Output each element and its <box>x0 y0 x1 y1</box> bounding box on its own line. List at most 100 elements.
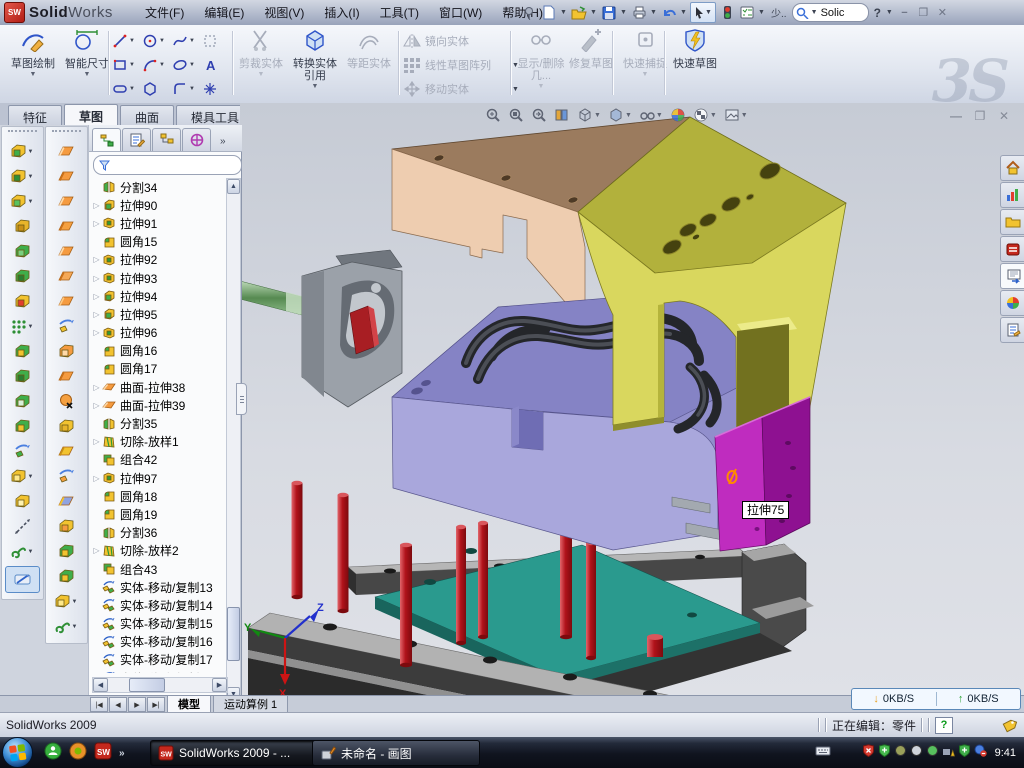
model-tab-模型[interactable]: 模型 <box>167 696 211 713</box>
taskbar-task-1[interactable]: SWSolidWorks 2009 - ... <box>150 740 324 766</box>
tree-item-实体-移动/复制13[interactable]: 实体-移动/复制13 <box>91 578 227 596</box>
tree-filter-input[interactable] <box>93 155 242 175</box>
search-input[interactable]: ▼Solic <box>792 3 869 22</box>
tray-user-status[interactable] <box>974 744 987 762</box>
tree-vertical-scrollbar[interactable]: ▲ ▼ <box>226 178 241 703</box>
hud-display-style-button[interactable]: ▼ <box>608 107 632 123</box>
panel-tab-propertymanager[interactable] <box>122 128 151 151</box>
sketch-tool-point[interactable] <box>202 77 228 101</box>
hud-apply-scene-button[interactable]: ▼ <box>693 107 717 123</box>
start-button[interactable] <box>2 737 33 768</box>
vertical-scroll-thumb[interactable] <box>227 607 240 661</box>
tree-item-圆角15[interactable]: 圆角15 <box>91 233 227 251</box>
tree-item-分割34[interactable]: 分割34 <box>91 178 227 196</box>
toolbar-button-knit-surface[interactable] <box>46 514 87 539</box>
toolbar-button-freeform-surface[interactable] <box>46 239 87 264</box>
toolbar-button-boundary-surface[interactable] <box>46 214 87 239</box>
panel-tab-dimxpertmanager[interactable] <box>182 128 211 151</box>
scroll-up-button[interactable]: ▲ <box>227 179 240 194</box>
open-button[interactable] <box>570 4 588 22</box>
quicklaunch-solidworks[interactable]: SW <box>94 742 112 765</box>
toolbar-button-helix-curve[interactable]: ▼ <box>2 539 43 564</box>
tree-item-分割36[interactable]: 分割36 <box>91 524 227 542</box>
quick-tips-help-button[interactable]: ? <box>935 717 953 734</box>
tree-item-实体-移动/复制15[interactable]: 实体-移动/复制15 <box>91 615 227 633</box>
tree-item-曲面-拉伸39[interactable]: ▷曲面-拉伸39 <box>91 396 227 414</box>
hud-hide-show-items-button[interactable]: ▼ <box>639 107 663 123</box>
sketch-tool-sketch-fillet[interactable]: ▼ <box>172 77 202 101</box>
expander-icon[interactable]: ▷ <box>91 474 102 483</box>
sketch-tool-text[interactable]: A <box>202 53 228 77</box>
hud-view-orientation-button[interactable]: ▼ <box>577 107 601 123</box>
toolbar-button-delete-face[interactable] <box>46 389 87 414</box>
task-pane-tab-custom-properties[interactable] <box>1000 317 1024 343</box>
network-speed-widget[interactable]: ↓0KB/S ↑0KB/S <box>851 688 1021 710</box>
panel-tab-configurationmanager[interactable] <box>152 128 181 151</box>
study-nav-first-button[interactable]: |◀ <box>90 697 108 712</box>
expander-icon[interactable]: ▷ <box>91 546 102 555</box>
tray-volume[interactable] <box>910 744 923 762</box>
tree-item-拉伸90[interactable]: ▷拉伸90 <box>91 196 227 214</box>
sketch-tool-ellipse[interactable]: ▼ <box>172 53 202 77</box>
rebuild-light-button[interactable] <box>718 4 736 22</box>
new-document-button[interactable] <box>540 4 558 22</box>
sketch-tool-circle[interactable]: ▼ <box>142 29 172 53</box>
expander-icon[interactable]: ▷ <box>91 383 102 392</box>
options-list-button[interactable] <box>738 4 756 22</box>
ribbon-button-trim[interactable]: 剪裁实体▼ <box>236 28 286 98</box>
ribbon-button-smart-dim[interactable]: 智能尺寸▼ <box>62 28 112 98</box>
toolbar-button-combine-bodies[interactable] <box>2 414 43 439</box>
ribbon-button-quick-snap[interactable]: 快速捕捉▼ <box>620 28 670 98</box>
toolbar-button-planar-surface[interactable] <box>46 289 87 314</box>
menu-视图(V)[interactable]: 视图(V) <box>254 1 314 24</box>
tree-item-拉伸95[interactable]: ▷拉伸95 <box>91 305 227 323</box>
tree-item-拉伸96[interactable]: ▷拉伸96 <box>91 324 227 342</box>
panel-overflow-chevron[interactable]: » <box>220 136 226 151</box>
tab-特征[interactable]: 特征 <box>8 105 62 125</box>
undo-dropdown[interactable]: ▼ <box>680 9 688 16</box>
print-button[interactable] <box>630 4 648 22</box>
sketch-tool-polygon[interactable] <box>142 77 172 101</box>
menu-窗口(W)[interactable]: 窗口(W) <box>429 1 492 24</box>
study-nav-last-button[interactable]: ▶| <box>147 697 165 712</box>
expander-icon[interactable]: ▷ <box>91 401 102 410</box>
tree-item-曲面-拉伸38[interactable]: ▷曲面-拉伸38 <box>91 378 227 396</box>
hud-section-view-button[interactable] <box>554 107 570 123</box>
print-dropdown[interactable]: ▼ <box>650 9 658 16</box>
options-list-dropdown[interactable]: ▼ <box>758 9 766 16</box>
tree-item-实体-移动/复制17[interactable]: 实体-移动/复制17 <box>91 651 227 669</box>
new-document-dropdown[interactable]: ▼ <box>560 9 568 16</box>
toolbar-button-lofted-surface[interactable] <box>46 139 87 164</box>
toolbar-button-extend-surface[interactable] <box>46 314 87 339</box>
quicklaunch-messenger[interactable] <box>44 742 62 765</box>
sketch-tool-rectangle[interactable]: ▼ <box>112 53 142 77</box>
horizontal-scroll-thumb[interactable] <box>129 678 165 692</box>
toolbar-button-insert-surface[interactable]: ▼ <box>46 589 87 614</box>
tag-icon[interactable] <box>1000 717 1018 733</box>
toolbar-button-revolved-surface[interactable] <box>46 164 87 189</box>
select-tool-button[interactable]: ▼ <box>690 2 716 23</box>
ribbon-button-sketch[interactable]: 草图绘制▼ <box>8 28 58 98</box>
tray-antivirus-shield[interactable] <box>878 744 891 762</box>
tree-item-实体-移动/复制14[interactable]: 实体-移动/复制14 <box>91 596 227 614</box>
tree-item-组合42[interactable]: 组合42 <box>91 451 227 469</box>
tray-network-warning[interactable] <box>942 744 955 762</box>
sketch-tool-line[interactable]: ▼ <box>112 29 142 53</box>
expander-icon[interactable]: ▷ <box>91 292 102 301</box>
toolbar-button-hole-wizard[interactable] <box>2 289 43 314</box>
tree-item-拉伸97[interactable]: ▷拉伸97 <box>91 469 227 487</box>
graphics-viewport[interactable]: Y Z X ▼▼▼▼▼ — ❐ ✕ <box>240 103 1024 695</box>
toolbar-button-surface-fillet[interactable] <box>46 364 87 389</box>
expander-icon[interactable]: ▷ <box>91 310 102 319</box>
toolbar-button-draft[interactable] <box>2 364 43 389</box>
tray-sync-arrows[interactable] <box>926 744 939 762</box>
window-restore-button[interactable]: ❐ <box>915 5 932 20</box>
ribbon-button-move-entities[interactable]: 移动实体▼ <box>402 78 520 100</box>
sketch-tool-spline[interactable]: ▼ <box>172 29 202 53</box>
toolbar-button-move-copy-body[interactable] <box>2 439 43 464</box>
expander-icon[interactable]: ▷ <box>91 437 102 446</box>
toolbar-button-mid-surface[interactable] <box>46 339 87 364</box>
toolbar-overflow[interactable]: 少.. <box>768 5 790 20</box>
task-pane-tab-file-explorer[interactable] <box>1000 209 1024 235</box>
save-dropdown[interactable]: ▼ <box>620 9 628 16</box>
